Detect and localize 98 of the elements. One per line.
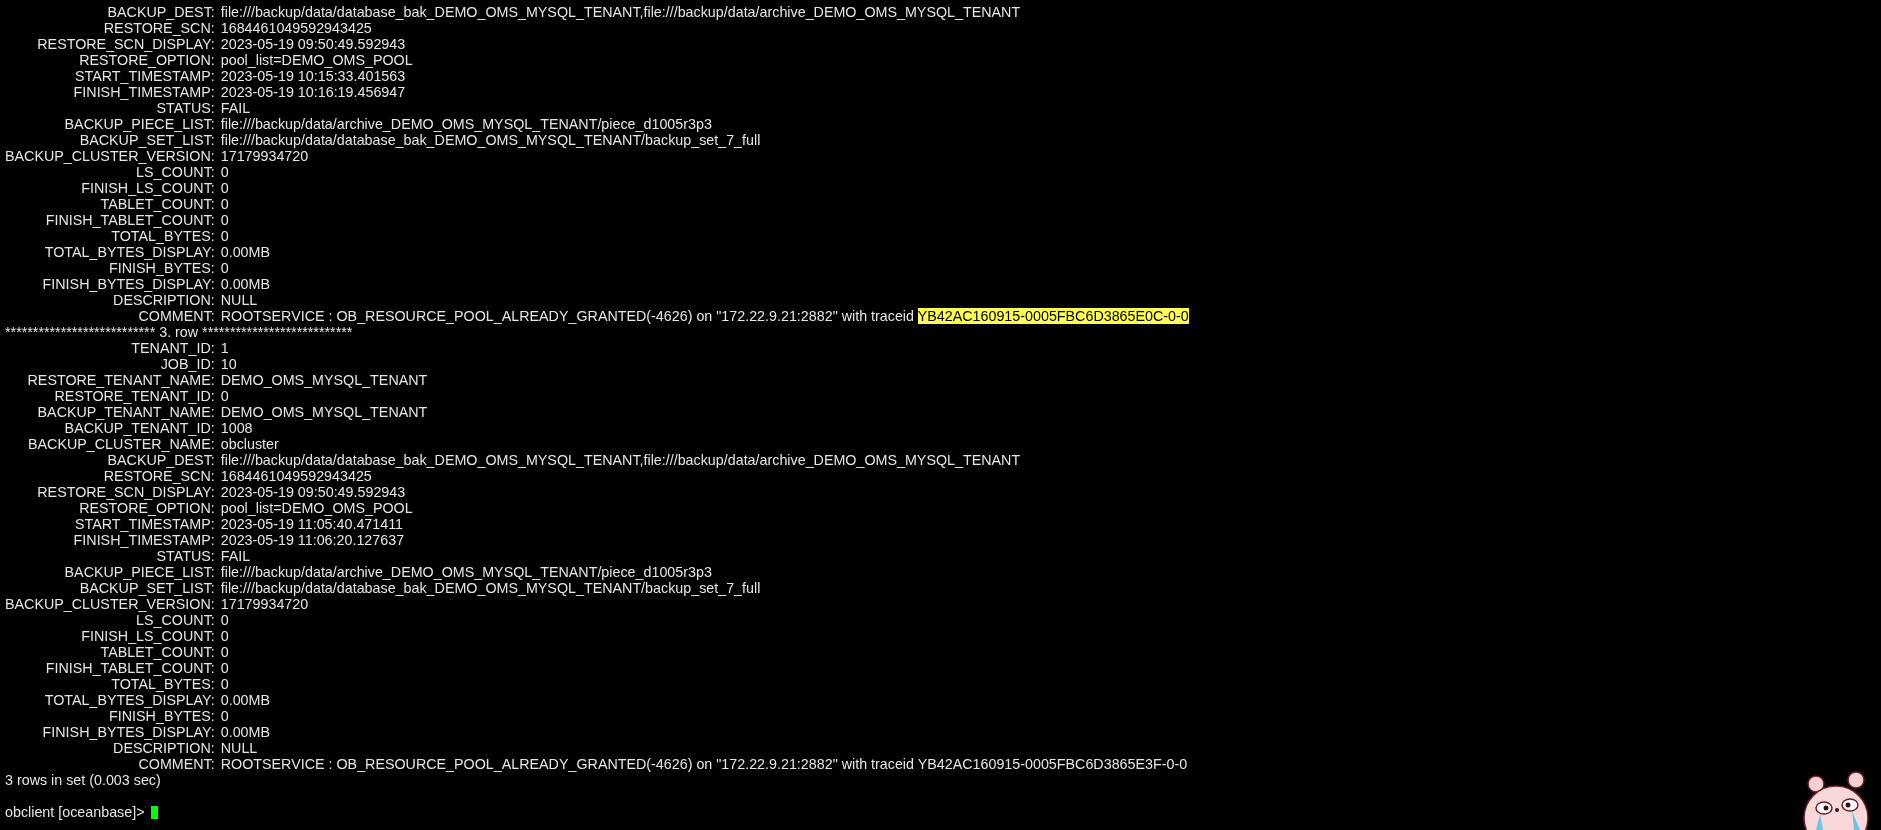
field-value: ROOTSERVICE : OB_RESOURCE_POOL_ALREADY_GRANTED(-4626) on "172.22.9.21:2882" with traceid YB42AC160915-0005FBC6D3865E3F-0-0 bbox=[220, 756, 1188, 772]
field-value: file:///backup/data/archive_DEMO_OMS_MYSQL_TENANT/piece_d1005r3p3 bbox=[220, 116, 712, 132]
field-value: 0 bbox=[220, 388, 229, 404]
field-label: BACKUP_PIECE_LIST: bbox=[63, 116, 215, 132]
field-label: BACKUP_PIECE_LIST: bbox=[63, 564, 215, 580]
field-value: 17179934720 bbox=[220, 148, 309, 164]
field-value: file:///backup/data/database_bak_DEMO_OMS_MYSQL_TENANT/backup_set_7_full bbox=[220, 580, 761, 596]
field-label: TOTAL_BYTES: bbox=[110, 228, 215, 244]
field-label: RESTORE_SCN_DISPLAY: bbox=[36, 36, 215, 52]
field-label: DESCRIPTION: bbox=[112, 740, 215, 756]
field-label: FINISH_BYTES_DISPLAY: bbox=[41, 724, 215, 740]
field-value: 10 bbox=[220, 356, 237, 372]
field-value: pool_list=DEMO_OMS_POOL bbox=[220, 500, 413, 516]
field-label: COMMENT: bbox=[137, 308, 215, 324]
field-value: 1684461049592943425 bbox=[220, 468, 372, 484]
field-label: LS_COUNT: bbox=[135, 612, 215, 628]
field-value: 0.00MB bbox=[220, 724, 271, 740]
field-label: RESTORE_OPTION: bbox=[78, 52, 215, 68]
field-value: 0 bbox=[220, 660, 229, 676]
field-value: 2023-05-19 10:16:19.456947 bbox=[220, 84, 406, 100]
field-value: obcluster bbox=[220, 436, 279, 452]
field-label: FINISH_BYTES: bbox=[108, 708, 215, 724]
field-label: LS_COUNT: bbox=[135, 164, 215, 180]
field-value: 17179934720 bbox=[220, 596, 309, 612]
field-value: 0 bbox=[220, 228, 229, 244]
field-label: TOTAL_BYTES: bbox=[110, 676, 215, 692]
field-value: 0 bbox=[220, 196, 229, 212]
field-label: COMMENT: bbox=[137, 756, 215, 772]
field-label: STATUS: bbox=[155, 548, 215, 564]
field-label: BACKUP_TENANT_ID: bbox=[63, 420, 215, 436]
field-label: TOTAL_BYTES_DISPLAY: bbox=[43, 244, 215, 260]
field-value: 0.00MB bbox=[220, 692, 271, 708]
field-value: 0 bbox=[220, 212, 229, 228]
field-label: FINISH_LS_COUNT: bbox=[80, 628, 215, 644]
field-value: 0 bbox=[220, 612, 229, 628]
field-label: RESTORE_SCN: bbox=[102, 468, 215, 484]
field-value: 0 bbox=[220, 708, 229, 724]
field-label: DESCRIPTION: bbox=[112, 292, 215, 308]
field-value: file:///backup/data/archive_DEMO_OMS_MYSQL_TENANT/piece_d1005r3p3 bbox=[220, 564, 712, 580]
field-value: file:///backup/data/database_bak_DEMO_OMS_MYSQL_TENANT/backup_set_7_full bbox=[220, 132, 761, 148]
field-label: BACKUP_TENANT_NAME: bbox=[36, 404, 215, 420]
field-value: 0 bbox=[220, 164, 229, 180]
field-value: 2023-05-19 11:05:40.471411 bbox=[220, 516, 404, 532]
field-label: RESTORE_OPTION: bbox=[78, 500, 215, 516]
field-label: FINISH_BYTES_DISPLAY: bbox=[41, 276, 215, 292]
field-label: BACKUP_SET_LIST: bbox=[78, 132, 215, 148]
field-value: 2023-05-19 11:06:20.127637 bbox=[220, 532, 405, 548]
field-value: NULL bbox=[220, 740, 258, 756]
field-value: pool_list=DEMO_OMS_POOL bbox=[220, 52, 413, 68]
field-value: 0 bbox=[220, 676, 229, 692]
field-label: RESTORE_TENANT_ID: bbox=[53, 388, 215, 404]
field-value: 0 bbox=[220, 628, 229, 644]
field-value: 0 bbox=[220, 180, 229, 196]
output-line: 3 rows in set (0.003 sec) bbox=[5, 772, 162, 788]
field-value: file:///backup/data/database_bak_DEMO_OMS_MYSQL_TENANT,file:///backup/data/archive_DEMO_OMS_MYSQL_TENANT bbox=[220, 4, 1021, 20]
field-value: DEMO_OMS_MYSQL_TENANT bbox=[220, 404, 428, 420]
field-label: BACKUP_SET_LIST: bbox=[78, 580, 215, 596]
field-label: TENANT_ID: bbox=[130, 340, 215, 356]
field-label: RESTORE_SCN_DISPLAY: bbox=[36, 484, 215, 500]
field-value: FAIL bbox=[220, 100, 251, 116]
field-value: 2023-05-19 09:50:49.592943 bbox=[220, 36, 406, 52]
field-label: FINISH_TIMESTAMP: bbox=[72, 532, 215, 548]
field-label: START_TIMESTAMP: bbox=[73, 516, 215, 532]
field-label: TABLET_COUNT: bbox=[99, 196, 215, 212]
output-line: *************************** 3. row *************************** bbox=[5, 324, 354, 340]
highlighted-text: YB42AC160915-0005FBC6D3865E0C-0-0 bbox=[917, 308, 1189, 324]
field-value: ROOTSERVICE : OB_RESOURCE_POOL_ALREADY_GRANTED(-4626) on "172.22.9.21:2882" with traceid bbox=[220, 308, 914, 324]
field-value: file:///backup/data/database_bak_DEMO_OMS_MYSQL_TENANT,file:///backup/data/archive_DEMO_OMS_MYSQL_TENANT bbox=[220, 452, 1021, 468]
field-value: 1 bbox=[220, 340, 229, 356]
field-label: FINISH_TIMESTAMP: bbox=[72, 84, 215, 100]
field-label: START_TIMESTAMP: bbox=[73, 68, 215, 84]
field-value: 1684461049592943425 bbox=[220, 20, 372, 36]
field-value: 0.00MB bbox=[220, 244, 271, 260]
field-value: 0 bbox=[220, 644, 229, 660]
field-label: BACKUP_CLUSTER_VERSION: bbox=[5, 148, 215, 164]
field-value: 1008 bbox=[220, 420, 253, 436]
field-value: 0.00MB bbox=[220, 276, 271, 292]
field-value: 2023-05-19 10:15:33.401563 bbox=[220, 68, 406, 84]
field-value: 2023-05-19 09:50:49.592943 bbox=[220, 484, 406, 500]
field-value: DEMO_OMS_MYSQL_TENANT bbox=[220, 372, 428, 388]
field-label: TOTAL_BYTES_DISPLAY: bbox=[43, 692, 215, 708]
field-label: FINISH_LS_COUNT: bbox=[80, 180, 215, 196]
field-label: BACKUP_DEST: bbox=[106, 4, 215, 20]
field-label: BACKUP_DEST: bbox=[106, 452, 215, 468]
field-label: RESTORE_SCN: bbox=[102, 20, 215, 36]
field-label: FINISH_TABLET_COUNT: bbox=[44, 660, 215, 676]
field-label: BACKUP_CLUSTER_VERSION: bbox=[5, 596, 215, 612]
field-label: RESTORE_TENANT_NAME: bbox=[26, 372, 215, 388]
field-value: FAIL bbox=[220, 548, 251, 564]
field-label: JOB_ID: bbox=[159, 356, 215, 372]
field-label: BACKUP_CLUSTER_NAME: bbox=[27, 436, 215, 452]
field-label: FINISH_TABLET_COUNT: bbox=[44, 212, 215, 228]
field-value: 0 bbox=[220, 260, 229, 276]
field-value: NULL bbox=[220, 292, 258, 308]
field-label: FINISH_BYTES: bbox=[108, 260, 215, 276]
field-label: TABLET_COUNT: bbox=[99, 644, 215, 660]
prompt-text: obclient [oceanbase]> bbox=[5, 804, 145, 820]
field-label: STATUS: bbox=[155, 100, 215, 116]
